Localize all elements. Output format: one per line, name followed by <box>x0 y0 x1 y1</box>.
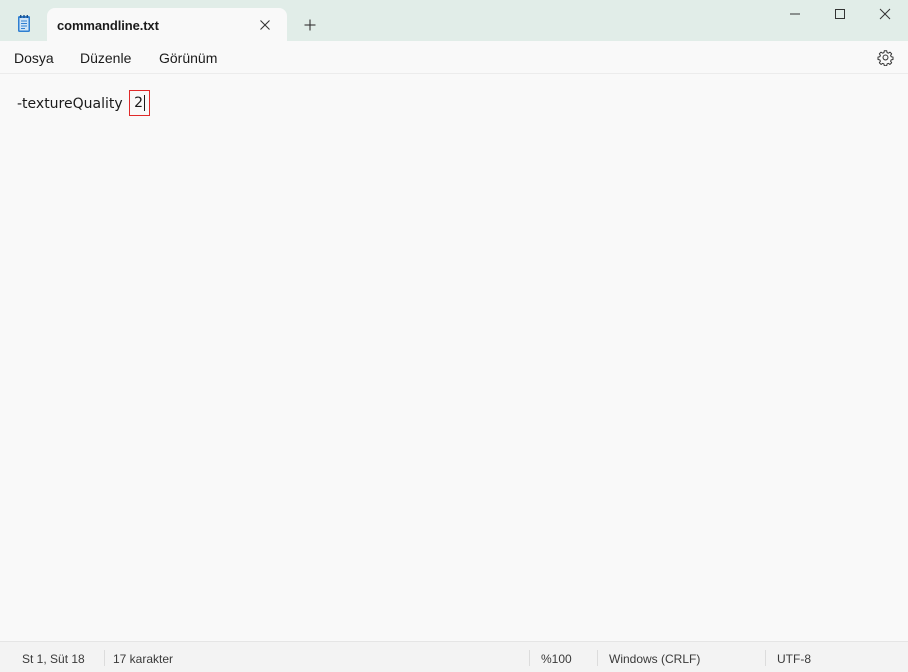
plus-icon[interactable] <box>302 17 318 33</box>
menu-edit[interactable]: Düzenle <box>80 50 131 66</box>
character-count: 17 karakter <box>113 652 174 666</box>
title-bar: commandline.txt <box>0 0 908 42</box>
status-divider <box>765 650 766 666</box>
menu-bar: Dosya Düzenle Görünüm <box>0 41 908 74</box>
close-window-button[interactable] <box>862 0 908 30</box>
minimize-button[interactable] <box>772 0 818 30</box>
minimize-icon <box>790 13 800 15</box>
line-text: -textureQuality <box>17 96 128 112</box>
close-icon <box>879 8 891 20</box>
cursor-position: St 1, Süt 18 <box>22 652 85 666</box>
encoding[interactable]: UTF-8 <box>777 652 811 666</box>
close-icon[interactable] <box>257 17 273 33</box>
maximize-button[interactable] <box>817 0 863 30</box>
status-divider <box>104 650 105 666</box>
status-divider <box>529 650 530 666</box>
zoom-level[interactable]: %100 <box>541 652 572 666</box>
highlighted-text: 2 <box>134 95 144 111</box>
tab-commandline[interactable]: commandline.txt <box>47 8 287 42</box>
menu-file[interactable]: Dosya <box>14 50 54 66</box>
highlighted-value: 2 <box>129 90 151 116</box>
status-divider <box>597 650 598 666</box>
notepad-window: commandline.txt Dosya Düzenle Görünüm -t… <box>0 0 908 672</box>
tab-title: commandline.txt <box>57 18 159 33</box>
maximize-icon <box>835 9 845 19</box>
line-ending[interactable]: Windows (CRLF) <box>609 652 700 666</box>
text-editor[interactable]: -textureQuality 2 <box>0 74 908 641</box>
gear-icon[interactable] <box>877 49 894 67</box>
status-bar: St 1, Süt 18 17 karakter %100 Windows (C… <box>0 641 908 672</box>
text-caret <box>144 95 146 111</box>
editor-line: -textureQuality 2 <box>17 90 151 116</box>
notepad-icon <box>14 14 34 34</box>
menu-view[interactable]: Görünüm <box>159 50 217 66</box>
